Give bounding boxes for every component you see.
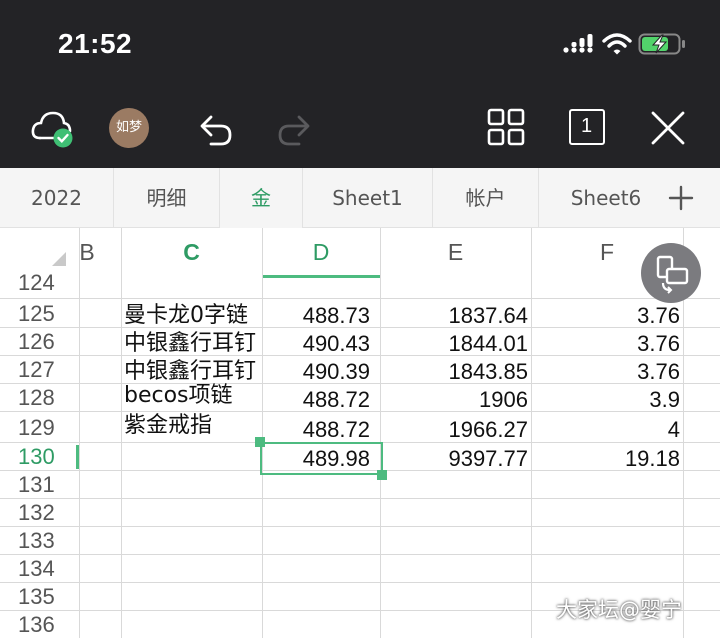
row-number[interactable]: 129 bbox=[0, 412, 78, 443]
switch-view-icon bbox=[656, 255, 689, 294]
status-time: 21:52 bbox=[58, 28, 133, 59]
add-sheet-icon[interactable] bbox=[656, 168, 706, 228]
selected-column-indicator bbox=[263, 275, 380, 278]
cell-f[interactable]: 19.18 bbox=[531, 443, 680, 471]
cell-f[interactable]: 3.9 bbox=[531, 384, 680, 412]
row-gridline bbox=[0, 582, 720, 583]
tab-sheet1[interactable]: Sheet1 bbox=[303, 168, 433, 228]
cell-e[interactable]: 1844.01 bbox=[380, 328, 528, 356]
tab-sheet6[interactable]: Sheet6 bbox=[539, 168, 673, 228]
cell-d[interactable]: 488.72 bbox=[262, 412, 370, 443]
cell-e[interactable]: 1966.27 bbox=[380, 412, 528, 443]
redo-icon bbox=[278, 115, 310, 146]
cell-f[interactable]: 3.76 bbox=[531, 328, 680, 356]
select-all-corner[interactable] bbox=[50, 250, 68, 268]
row-number[interactable]: 132 bbox=[0, 499, 78, 527]
sheet-count-label: 1 bbox=[580, 115, 593, 137]
cell-f[interactable]: 3.76 bbox=[531, 356, 680, 384]
grid-view-icon[interactable] bbox=[487, 108, 525, 146]
cell-f[interactable]: 4 bbox=[531, 412, 680, 443]
selected-cell-d130[interactable] bbox=[260, 442, 383, 475]
row-number[interactable]: 136 bbox=[0, 611, 78, 638]
selection-handle-top-left[interactable] bbox=[255, 437, 265, 447]
top-bar: 21:52 如梦 1 bbox=[0, 0, 720, 168]
cell-e[interactable]: 1906 bbox=[380, 384, 528, 412]
column-header-b[interactable]: B bbox=[72, 228, 102, 278]
close-icon[interactable] bbox=[650, 110, 686, 146]
cell-d[interactable]: 488.72 bbox=[262, 384, 370, 412]
tab-gold[interactable]: 金 bbox=[220, 168, 303, 228]
cell-e[interactable]: 1843.85 bbox=[380, 356, 528, 384]
cell-d[interactable]: 488.73 bbox=[262, 299, 370, 328]
row-gridline bbox=[0, 526, 720, 527]
cell-c[interactable]: 中银鑫行耳钉 bbox=[124, 328, 256, 356]
row-number[interactable]: 135 bbox=[0, 583, 78, 611]
sheet-count-button[interactable]: 1 bbox=[569, 109, 605, 145]
row-number[interactable]: 127 bbox=[0, 356, 78, 384]
spreadsheet-grid[interactable]: B C D E F 124 125 曼卡龙0字链 488.73 1837.64 3.76 1… bbox=[0, 228, 720, 638]
cell-f[interactable]: 3.76 bbox=[531, 299, 680, 328]
row-number[interactable]: 130 bbox=[0, 443, 78, 471]
cloud-synced-icon[interactable] bbox=[30, 108, 76, 150]
sheet-tabs: 2022 明细 金 Sheet1 帐户 Sheet6 bbox=[0, 168, 720, 228]
battery-charging-icon bbox=[638, 33, 685, 55]
cell-e[interactable]: 1837.64 bbox=[380, 299, 528, 328]
cell-d[interactable]: 490.39 bbox=[262, 356, 370, 384]
selected-row-indicator bbox=[76, 445, 79, 469]
column-header-d[interactable]: D bbox=[262, 228, 380, 278]
column-header-e[interactable]: E bbox=[380, 228, 531, 278]
row-number[interactable]: 124 bbox=[0, 272, 78, 294]
undo-icon[interactable] bbox=[193, 106, 235, 148]
row-number[interactable]: 128 bbox=[0, 384, 78, 412]
row-gridline bbox=[0, 498, 720, 499]
cell-c[interactable]: becos项链 bbox=[124, 380, 233, 408]
cell-e[interactable]: 9397.77 bbox=[380, 443, 528, 471]
row-number[interactable]: 126 bbox=[0, 328, 78, 356]
row-number[interactable]: 125 bbox=[0, 299, 78, 328]
selection-handle-bottom-right[interactable] bbox=[377, 470, 387, 480]
wifi-icon bbox=[602, 33, 632, 55]
row-number[interactable]: 134 bbox=[0, 555, 78, 583]
floating-action-button[interactable] bbox=[641, 243, 701, 303]
cell-d[interactable]: 490.43 bbox=[262, 328, 370, 356]
tab-detail[interactable]: 明细 bbox=[114, 168, 220, 228]
cell-c[interactable]: 紫金戒指 bbox=[124, 408, 212, 439]
cell-c[interactable]: 曼卡龙0字链 bbox=[124, 299, 248, 328]
avatar[interactable]: 如梦 bbox=[109, 108, 149, 148]
row-number[interactable]: 133 bbox=[0, 527, 78, 555]
row-number[interactable]: 131 bbox=[0, 471, 78, 499]
row-gridline bbox=[0, 554, 720, 555]
column-header-c[interactable]: C bbox=[121, 228, 262, 278]
signal-icon bbox=[563, 34, 593, 53]
tab-account[interactable]: 帐户 bbox=[433, 168, 539, 228]
tab-2022[interactable]: 2022 bbox=[0, 168, 114, 228]
watermark: 大家坛@婴宁 bbox=[556, 598, 682, 622]
